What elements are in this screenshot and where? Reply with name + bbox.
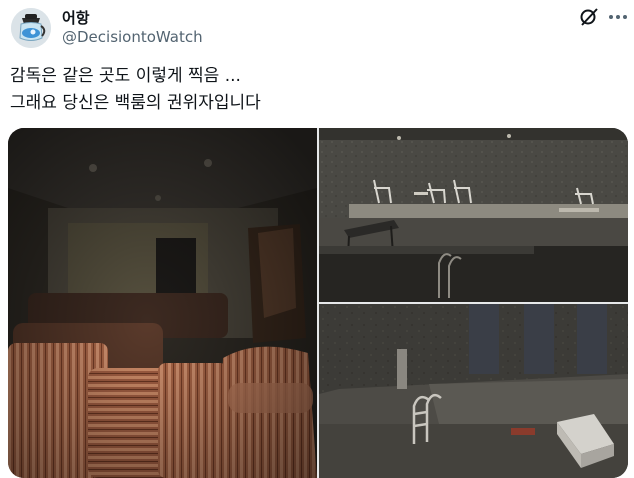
post-text-line-2: 그래요 당신은 백룸의 권위자입니다 [10, 93, 261, 113]
author-handle[interactable]: @DecisiontoWatch [62, 28, 203, 46]
photo-pool-lounge[interactable] [319, 128, 628, 302]
photo-empty-pool[interactable] [319, 304, 628, 478]
grok-button[interactable] [578, 6, 600, 28]
author-display-name[interactable]: 어항 [62, 7, 90, 28]
grok-icon [580, 8, 598, 26]
media-grid [8, 128, 628, 478]
more-icon [609, 15, 627, 19]
photo-dark-room-sofas[interactable] [8, 128, 317, 478]
author-avatar[interactable] [11, 8, 51, 48]
coffee-pot-icon [11, 8, 51, 48]
post-text-line-1: 감독은 같은 곳도 이렇게 찍음 ... [10, 66, 241, 86]
post-text: 감독은 같은 곳도 이렇게 찍음 ... 그래요 당신은 백룸의 권위자입니다 [10, 63, 261, 117]
more-options-button[interactable] [605, 5, 631, 29]
